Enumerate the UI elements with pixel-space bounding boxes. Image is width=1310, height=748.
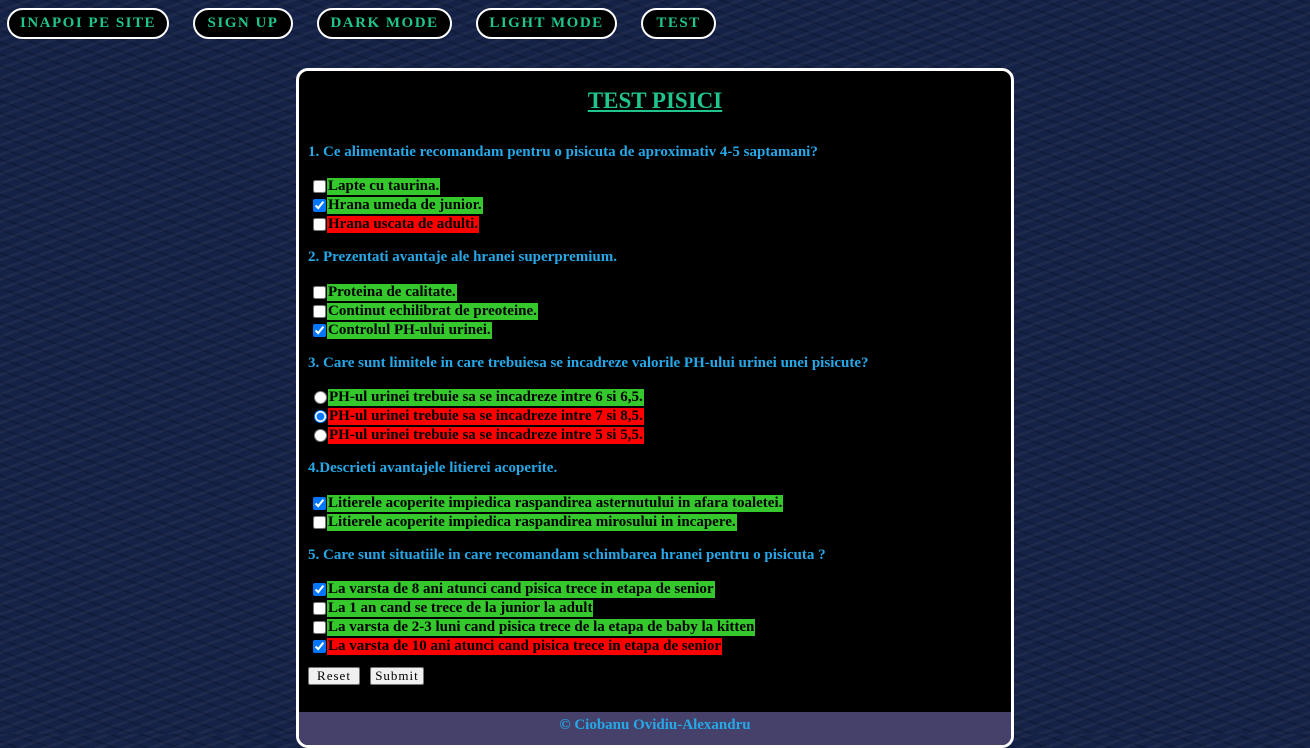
question-5-option-4-checkbox[interactable] [313, 640, 326, 654]
question-3-option-3-label: PH-ul urinei trebuie sa se incadreze int… [328, 426, 644, 444]
question-4-option-1: Litierele acoperite impiedica raspandire… [309, 494, 784, 512]
question-4-text: 4.Descrieti avantajele litierei acoperit… [308, 460, 558, 476]
question-1-option-2-label: Hrana umeda de junior. [327, 196, 483, 214]
nav-test-button[interactable]: TEST [641, 8, 716, 39]
nav-sign-up-button[interactable]: SIGN UP [193, 8, 293, 39]
question-5-option-4: La varsta de 10 ani atunci cand pisica t… [309, 638, 723, 656]
question-2-text: 2. Prezentati avantaje ale hranei superp… [308, 249, 617, 265]
question-2-option-1: Proteina de calitate. [309, 283, 457, 301]
question-5-option-3-label: La varsta de 2-3 luni cand pisica trece … [327, 618, 756, 636]
question-3-option-2: PH-ul urinei trebuie sa se incadreze int… [309, 407, 644, 425]
question-3-option-3-radio[interactable] [314, 428, 327, 442]
question-4-option-2-checkbox[interactable] [313, 515, 326, 529]
question-4-option-2: Litierele acoperite impiedica raspandire… [309, 513, 737, 531]
question-1-option-1-label: Lapte cu taurina. [327, 177, 441, 195]
question-1-text: 1. Ce alimentatie recomandam pentru o pi… [308, 144, 818, 160]
submit-button[interactable]: Submit [370, 667, 424, 685]
question-4-option-1-checkbox[interactable] [313, 496, 326, 510]
question-5-option-4-label: La varsta de 10 ani atunci cand pisica t… [327, 638, 723, 656]
question-3-option-2-radio[interactable] [314, 409, 327, 423]
quiz-card: TEST PISICI 1. Ce alimentatie recomandam… [296, 68, 1014, 748]
question-5-option-1: La varsta de 8 ani atunci cand pisica tr… [309, 580, 715, 598]
question-2-option-2-checkbox[interactable] [313, 304, 326, 318]
question-2-option-2: Continut echilibrat de preoteine. [309, 302, 538, 320]
question-2-option-3-checkbox[interactable] [313, 323, 326, 337]
question-1-option-2: Hrana umeda de junior. [309, 196, 483, 214]
nav-back-to-site-button[interactable]: INAPOI PE SITE [7, 8, 169, 39]
question-2-option-1-checkbox[interactable] [313, 285, 326, 299]
question-1-option-2-checkbox[interactable] [313, 198, 326, 212]
nav-light-mode-button[interactable]: LIGHT MODE [476, 8, 617, 39]
question-1-option-3: Hrana uscata de adulti. [309, 215, 480, 233]
question-5-option-1-checkbox[interactable] [313, 582, 326, 596]
question-3-option-1-radio[interactable] [314, 390, 327, 404]
question-3-option-1: PH-ul urinei trebuie sa se incadreze int… [309, 388, 644, 406]
question-2-option-3-label: Controlul PH-ului urinei. [327, 321, 492, 339]
question-3-option-3: PH-ul urinei trebuie sa se incadreze int… [309, 426, 644, 444]
question-5-option-1-label: La varsta de 8 ani atunci cand pisica tr… [327, 580, 715, 598]
question-5-option-2: La 1 an cand se trece de la junior la ad… [309, 599, 594, 617]
question-1-option-3-label: Hrana uscata de adulti. [327, 215, 480, 233]
question-3-option-1-label: PH-ul urinei trebuie sa se incadreze int… [328, 388, 644, 406]
question-5-option-3-checkbox[interactable] [313, 620, 326, 634]
question-2-option-2-label: Continut echilibrat de preoteine. [327, 302, 538, 320]
question-2-option-1-label: Proteina de calitate. [327, 283, 457, 301]
footer-copyright: © Ciobanu Ovidiu-Alexandru [299, 712, 1011, 745]
question-1-option-3-checkbox[interactable] [313, 217, 326, 231]
question-4-option-1-label: Litierele acoperite impiedica raspandire… [327, 494, 784, 512]
question-3-text: 3. Care sunt limitele in care trebuiesa … [308, 355, 869, 371]
question-2-option-3: Controlul PH-ului urinei. [309, 321, 492, 339]
nav-dark-mode-button[interactable]: DARK MODE [317, 8, 452, 39]
question-5-text: 5. Care sunt situatiile in care recomand… [308, 547, 826, 563]
question-1-option-1: Lapte cu taurina. [309, 177, 441, 195]
question-3-option-2-label: PH-ul urinei trebuie sa se incadreze int… [328, 407, 644, 425]
reset-button[interactable]: Reset [308, 667, 360, 685]
question-4-option-2-label: Litierele acoperite impiedica raspandire… [327, 513, 737, 531]
question-5-option-3: La varsta de 2-3 luni cand pisica trece … [309, 618, 756, 636]
question-1-option-1-checkbox[interactable] [313, 179, 326, 193]
question-5-option-2-label: La 1 an cand se trece de la junior la ad… [327, 599, 594, 617]
page-title: TEST PISICI [587, 88, 723, 113]
question-5-option-2-checkbox[interactable] [313, 601, 326, 615]
